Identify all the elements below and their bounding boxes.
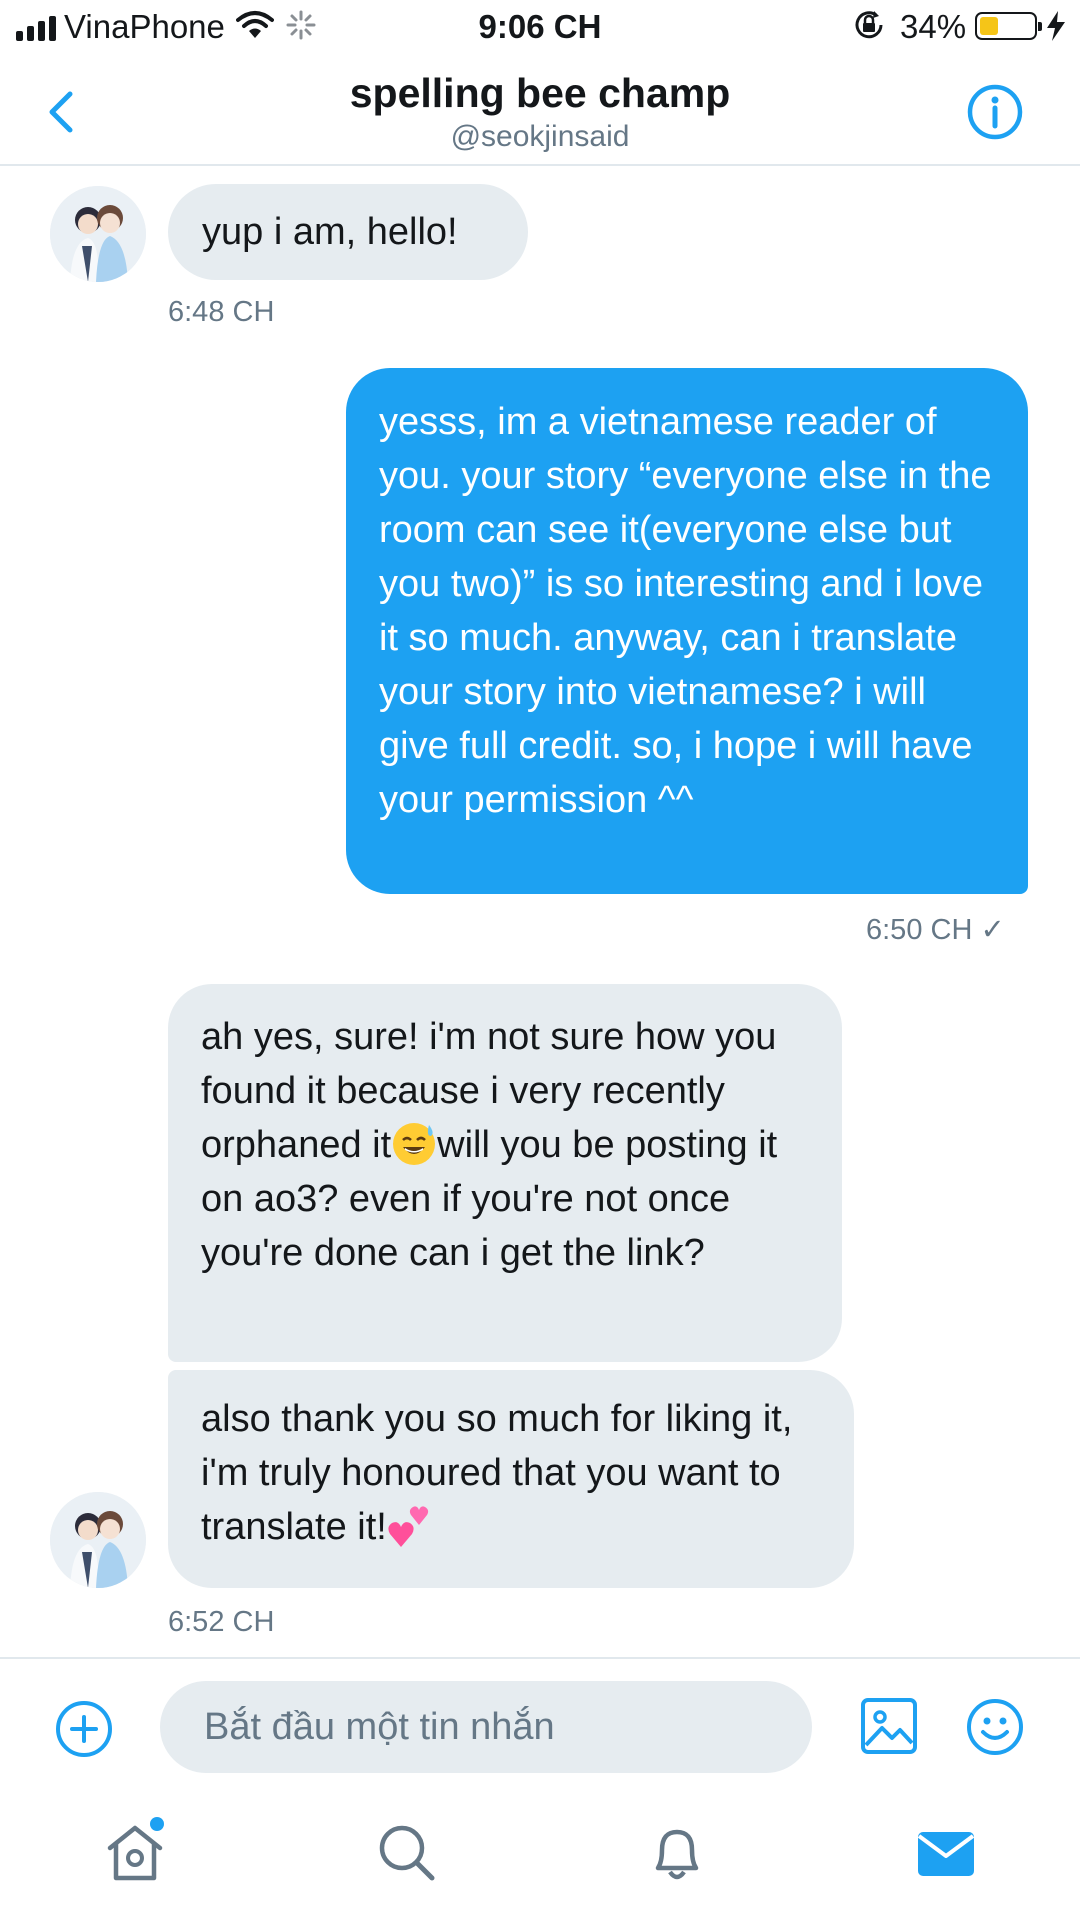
message-timestamp: 6:50 CH ✓ [866, 912, 1005, 947]
battery-icon [975, 12, 1042, 40]
bell-icon[interactable] [644, 1820, 710, 1886]
message-input[interactable] [160, 1681, 812, 1773]
avatar[interactable] [50, 1492, 146, 1588]
sent-message-bubble[interactable]: yesss, im a vietnamese reader of you. yo… [346, 368, 1028, 894]
message-timestamp: 6:52 CH [168, 1606, 275, 1638]
conversation-header: spelling bee champ @seokjinsaid [0, 56, 1080, 166]
status-bar: VinaPhone 9:06 CH 34% [0, 0, 1080, 56]
conversation-handle: @seokjinsaid [450, 120, 630, 153]
message-timestamp: 6:48 CH [168, 296, 275, 328]
avatar[interactable] [50, 186, 146, 282]
message-composer [0, 1657, 1080, 1792]
received-message-bubble[interactable]: ah yes, sure! i'm not sure how you found… [168, 984, 842, 1362]
message-text: yup i am, hello! [202, 211, 458, 253]
avatar-image [50, 186, 146, 282]
info-icon[interactable] [965, 82, 1025, 142]
message-text: yesss, im a vietnamese reader of you. yo… [379, 401, 992, 821]
charging-bolt-icon [1047, 11, 1065, 41]
notification-dot [150, 1817, 164, 1831]
smiley-icon[interactable] [965, 1697, 1025, 1757]
avatar-image [50, 1492, 146, 1588]
message-time: 6:50 CH [866, 914, 973, 946]
image-icon[interactable] [860, 1697, 918, 1755]
bottom-tab-bar [0, 1792, 1080, 1920]
sweat-smile-emoji [393, 1123, 436, 1165]
message-text: also thank you so much for liking it, i'… [201, 1398, 793, 1548]
read-receipt-check-icon: ✓ [980, 914, 1005, 946]
rotation-lock-icon [855, 11, 883, 39]
plus-circle-icon[interactable] [54, 1699, 114, 1759]
received-message-bubble[interactable]: yup i am, hello! [168, 184, 528, 280]
mail-icon[interactable] [913, 1820, 979, 1886]
battery-percent: 34% [900, 8, 967, 45]
two-hearts-emoji [388, 1506, 428, 1547]
received-message-bubble[interactable]: also thank you so much for liking it, i'… [168, 1370, 854, 1588]
search-icon[interactable] [374, 1820, 440, 1886]
conversation-title: spelling bee champ [349, 70, 731, 116]
